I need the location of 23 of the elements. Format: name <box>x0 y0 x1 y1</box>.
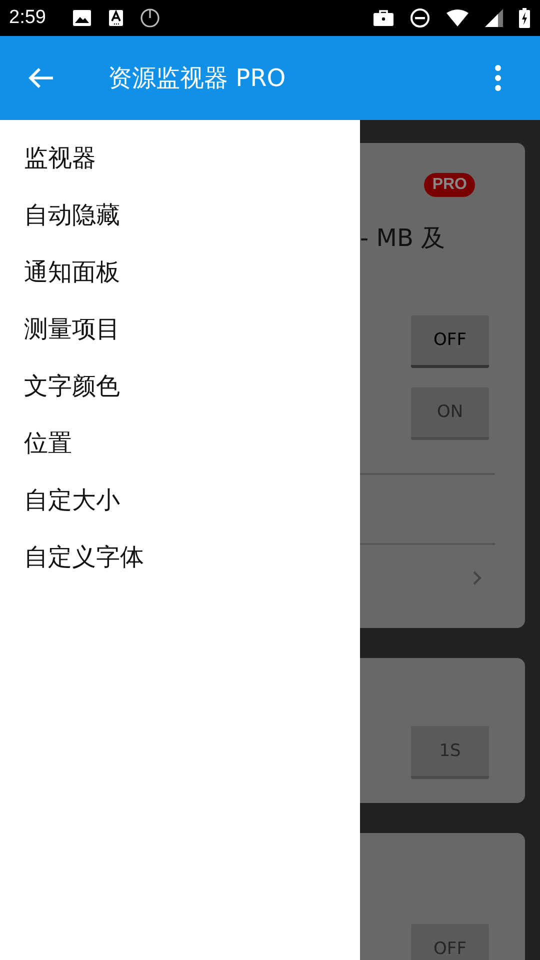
app-title: 资源监视器 PRO <box>108 63 286 94</box>
drawer-item[interactable]: 文字颜色 <box>0 358 360 415</box>
drawer-item[interactable]: 自定大小 <box>0 472 360 529</box>
more-options-icon[interactable] <box>494 64 502 92</box>
image-icon <box>72 9 92 27</box>
drawer-item[interactable]: 自定义字体 <box>0 529 360 586</box>
drawer-item[interactable]: 自动隐藏 <box>0 187 360 244</box>
signal-icon <box>485 9 503 27</box>
font-icon <box>108 9 124 27</box>
battery-charging-icon <box>519 8 530 28</box>
drawer-item[interactable]: 测量项目 <box>0 301 360 358</box>
briefcase-icon <box>373 9 394 27</box>
back-arrow-icon[interactable] <box>28 67 54 89</box>
wifi-icon <box>446 9 469 27</box>
drawer-item[interactable]: 通知面板 <box>0 244 360 301</box>
clock: 2:59 <box>9 7 46 29</box>
pro-badge: PRO <box>424 173 475 197</box>
do-not-disturb-icon <box>410 8 430 28</box>
drawer-item[interactable]: 监视器 <box>0 130 360 187</box>
card-text: - MB 及 <box>360 223 446 254</box>
chevron-right-icon[interactable] <box>472 570 482 586</box>
drawer-item[interactable]: 位置 <box>0 415 360 472</box>
power-icon <box>140 8 160 28</box>
